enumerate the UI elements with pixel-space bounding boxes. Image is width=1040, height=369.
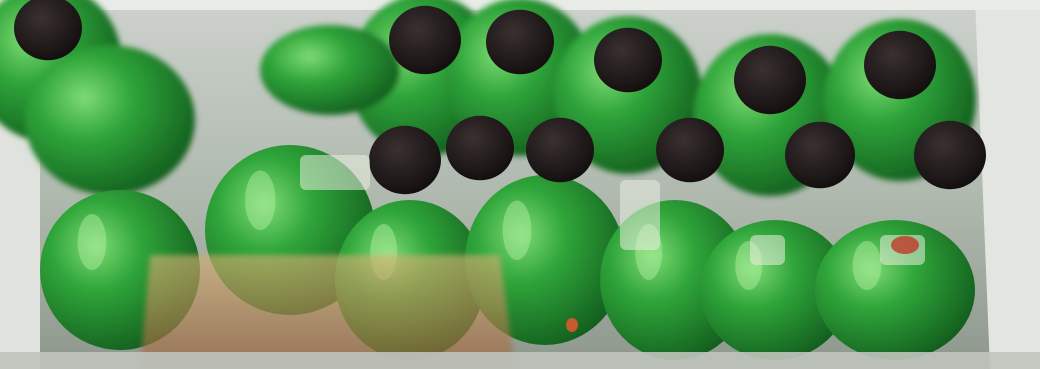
label-logo xyxy=(891,236,919,254)
bottle-cap xyxy=(594,27,662,93)
shelf-edge xyxy=(0,352,1040,369)
bottle-highlight xyxy=(852,241,882,290)
bottle-highlight xyxy=(502,200,532,260)
bottle-highlight xyxy=(244,170,276,230)
bottle-cap xyxy=(486,9,554,75)
bottle-highlight xyxy=(77,214,107,270)
bottle-cap xyxy=(369,125,441,195)
bottle-cap xyxy=(446,115,514,181)
bottle-cap xyxy=(785,121,855,189)
amber-reflection xyxy=(140,255,515,369)
bottle-cap xyxy=(914,120,986,190)
bottle-label xyxy=(620,180,660,250)
bottle-label xyxy=(300,155,370,190)
bottle-cap xyxy=(656,117,724,183)
label-logo xyxy=(566,318,578,332)
bottle-label xyxy=(750,235,785,265)
back-bottle-body xyxy=(25,45,195,195)
bottle-cap xyxy=(864,30,936,100)
bottle-cap xyxy=(389,5,461,75)
back-bottle-body xyxy=(260,25,400,115)
bottle-cap xyxy=(734,45,806,115)
photo-scene xyxy=(0,0,1040,369)
bottle-cap xyxy=(526,117,594,183)
bottle-photo xyxy=(0,0,1040,369)
